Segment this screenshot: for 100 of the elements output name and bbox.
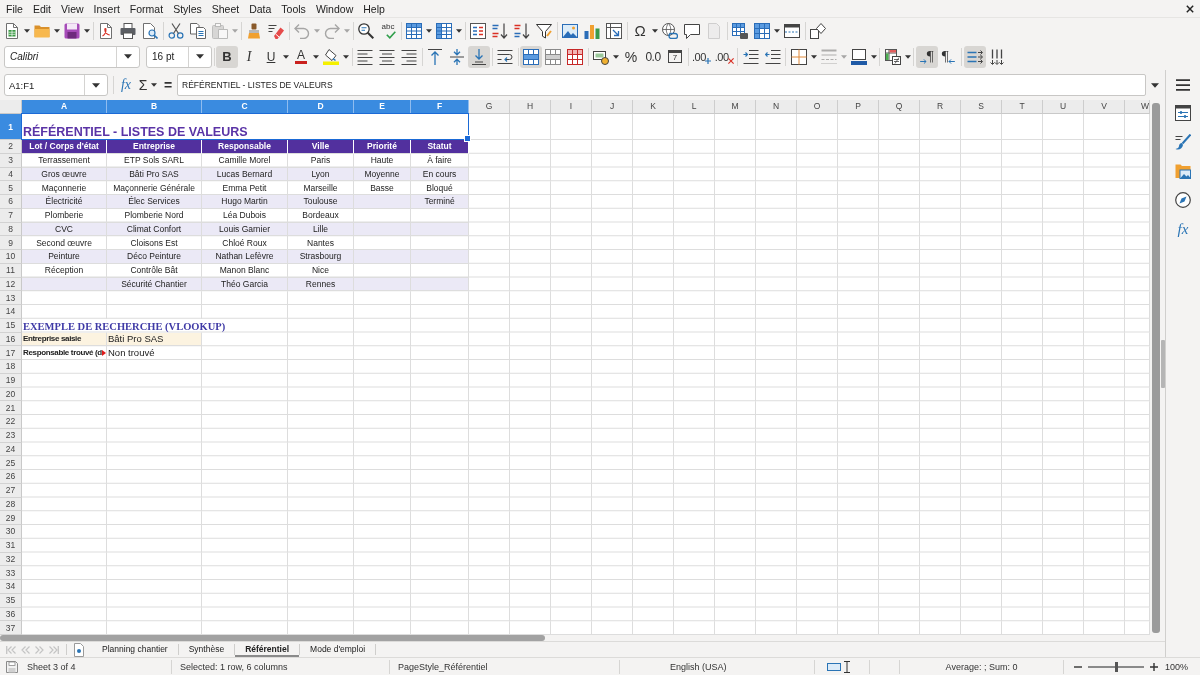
caret-icon[interactable] — [456, 28, 462, 33]
row-header[interactable]: 14 — [0, 305, 22, 319]
border-color-icon[interactable] — [850, 48, 867, 65]
menu-item[interactable]: Data — [244, 0, 277, 17]
indent-increase-icon[interactable] — [742, 48, 759, 65]
delete-decimal-button[interactable]: .00 — [712, 45, 736, 68]
sidebar-handle[interactable] — [1161, 340, 1165, 388]
row-header[interactable]: 21 — [0, 401, 22, 415]
column-header[interactable]: D — [288, 100, 354, 114]
selection-mode-icon[interactable] — [827, 662, 841, 671]
column-header[interactable]: L — [674, 100, 715, 114]
sum-button[interactable]: Σ — [136, 74, 150, 96]
close-icon[interactable] — [1186, 4, 1194, 13]
globe-link-icon[interactable] — [662, 22, 678, 39]
column-header[interactable]: I — [551, 100, 592, 114]
table-printer-icon[interactable] — [732, 22, 748, 39]
font-color-button[interactable]: A — [290, 45, 312, 68]
percent-button[interactable]: % — [620, 45, 642, 68]
caret-icon[interactable] — [904, 54, 911, 59]
function-wizard-button[interactable]: fx — [118, 74, 134, 96]
grid-icon[interactable] — [754, 22, 770, 39]
print-preview-icon[interactable] — [142, 22, 158, 39]
menu-item[interactable]: Tools — [276, 0, 311, 17]
sort-ascending-icon[interactable] — [492, 22, 508, 39]
column-header[interactable]: N — [756, 100, 797, 114]
row-header[interactable]: 10 — [0, 250, 22, 264]
sheet-tab[interactable]: Référentiel — [235, 642, 300, 657]
column-header[interactable]: U — [1043, 100, 1084, 114]
name-box[interactable]: A1:F1 — [4, 74, 108, 96]
row-header[interactable]: 13 — [0, 291, 22, 305]
column-header[interactable]: F — [411, 100, 469, 114]
magnifier-icon[interactable] — [358, 22, 374, 39]
window-split-icon[interactable] — [784, 22, 800, 39]
right-to-left-button[interactable]: ¶ — [937, 45, 960, 68]
spelling-button[interactable]: abc — [377, 19, 399, 42]
menu-item[interactable]: Window — [310, 0, 359, 17]
menu-item[interactable]: File — [1, 0, 28, 17]
caret-icon[interactable] — [774, 28, 780, 33]
sheet-tab[interactable]: Synthèse — [178, 642, 235, 657]
column-header[interactable]: O — [797, 100, 838, 114]
menu-item[interactable]: Format — [124, 0, 169, 17]
column-header[interactable]: W — [1125, 100, 1150, 114]
caret-icon[interactable] — [283, 54, 289, 59]
formula-button[interactable]: = — [161, 74, 175, 96]
bar-chart-icon[interactable] — [584, 22, 600, 39]
caret-icon[interactable] — [613, 54, 619, 59]
special-character-button[interactable]: Ω — [629, 19, 651, 42]
number-format-button[interactable]: 0.0 — [642, 45, 664, 68]
row-header[interactable]: 22 — [0, 415, 22, 429]
column-header[interactable]: V — [1084, 100, 1125, 114]
column-header[interactable]: B — [107, 100, 202, 114]
column-header[interactable]: K — [633, 100, 674, 114]
row-header[interactable]: 29 — [0, 511, 22, 525]
text-direction-button[interactable] — [963, 45, 986, 68]
printer-icon[interactable] — [120, 22, 136, 39]
indent-decrease-icon[interactable] — [764, 48, 781, 65]
borders-icon[interactable] — [790, 48, 807, 65]
merge-center-button[interactable] — [520, 45, 542, 68]
row-header[interactable]: 33 — [0, 566, 22, 580]
grid-icon[interactable] — [406, 22, 422, 39]
caret-icon[interactable] — [151, 83, 157, 87]
underline-button[interactable]: U — [260, 45, 282, 68]
pdf-document-icon[interactable] — [98, 22, 114, 39]
column-header[interactable]: T — [1002, 100, 1043, 114]
menu-item[interactable]: Sheet — [206, 0, 245, 17]
image-icon[interactable] — [562, 22, 578, 39]
italic-button[interactable]: I — [238, 45, 260, 68]
clipboard-icon[interactable] — [212, 22, 228, 39]
fill-handle[interactable] — [464, 135, 471, 142]
menu-item[interactable]: Styles — [168, 0, 207, 17]
shapes-icon[interactable] — [810, 22, 826, 39]
table-icon[interactable] — [884, 48, 901, 65]
column-header[interactable]: P — [838, 100, 879, 114]
row-header[interactable]: 17 — [0, 346, 22, 360]
compass-icon[interactable] — [1175, 192, 1191, 208]
left-to-right-button[interactable]: ¶ — [915, 45, 938, 68]
menu-item[interactable]: View — [56, 0, 89, 17]
column-header[interactable]: G — [469, 100, 510, 114]
bold-button[interactable]: B — [216, 45, 238, 68]
sort-descending-icon[interactable] — [514, 22, 530, 39]
horizontal-scrollbar[interactable] — [0, 635, 545, 641]
font-size-combobox[interactable]: 16 pt — [146, 45, 212, 68]
caret-icon[interactable] — [810, 54, 817, 59]
add-decimal-button[interactable]: .00 — [690, 45, 713, 68]
row-header[interactable]: 25 — [0, 456, 22, 470]
row-header[interactable]: 18 — [0, 360, 22, 374]
zoom-slider-thumb[interactable] — [1114, 661, 1118, 672]
row-header[interactable]: 1 — [0, 114, 22, 140]
text-cursor-icon[interactable] — [844, 660, 850, 673]
column-header[interactable]: A — [22, 100, 107, 114]
caret-icon[interactable] — [343, 54, 349, 59]
caret-icon[interactable] — [652, 28, 658, 33]
scissors-icon[interactable] — [168, 22, 184, 39]
column-header[interactable]: J — [592, 100, 633, 114]
row-header[interactable]: 5 — [0, 181, 22, 195]
zoom-out-icon[interactable] — [1074, 665, 1082, 668]
column-header[interactable]: C — [202, 100, 288, 114]
menu-item[interactable]: Help — [358, 0, 390, 17]
menu-item[interactable]: Insert — [88, 0, 125, 17]
caret-icon[interactable] — [84, 28, 90, 33]
